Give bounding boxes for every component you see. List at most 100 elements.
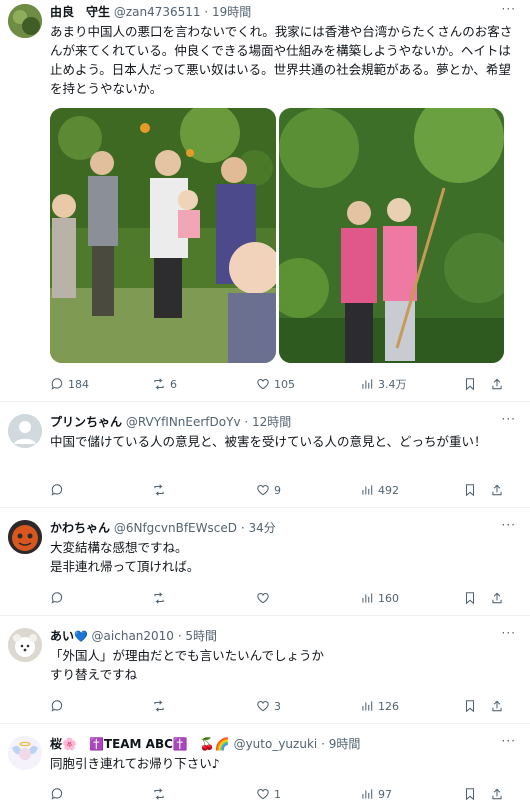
bookmark-button[interactable] — [463, 480, 477, 500]
reply-button[interactable] — [50, 480, 64, 500]
user-handle[interactable]: @6NfgcvnBfEWsceD — [114, 521, 237, 535]
repost-button[interactable] — [152, 480, 166, 500]
tweet-actions: 3 126 — [50, 696, 516, 716]
views-button[interactable]: 126 — [360, 696, 399, 716]
repost-icon — [154, 592, 164, 604]
like-button[interactable]: 9 — [256, 480, 281, 500]
reply-button[interactable]: 184 — [50, 374, 89, 394]
bookmark-icon — [465, 788, 475, 800]
tweet-text: あまり中国人の悪口を言わないでくれ。我家には香港や台湾からたくさんのお客さんが来… — [50, 24, 513, 96]
reply-tweet[interactable]: かわちゃん @6NfgcvnBfEWsceD · 34分 ··· 大変結構な感想… — [0, 508, 530, 616]
tweet-header: 由良 守生 @zan4736511 · 19時間 — [50, 2, 490, 22]
user-handle[interactable]: @RVYfINnEerfDoYv — [126, 415, 241, 429]
bookmark-icon — [465, 378, 475, 391]
user-handle[interactable]: @zan4736511 — [114, 5, 201, 19]
angel-avatar-image — [8, 736, 42, 770]
reply-count: 184 — [68, 377, 89, 391]
views-icon — [362, 379, 373, 389]
heart-icon — [257, 789, 269, 800]
tweet-actions: 1 97 — [50, 784, 516, 800]
reply-icon — [51, 592, 63, 604]
avatar-image — [8, 4, 42, 38]
views-button[interactable]: 160 — [360, 588, 399, 608]
tweet-text: 中国で儲けている人の意見と、被害を受けている人の意見と、どっちが重い！ — [50, 434, 487, 449]
share-button[interactable] — [490, 696, 504, 716]
views-icon — [362, 789, 373, 799]
view-count: 160 — [378, 591, 399, 605]
tweet-main[interactable]: 由良 守生 @zan4736511 · 19時間 ··· あまり中国人の悪口を言… — [0, 0, 530, 402]
tweet-text: 同胞引き連れてお帰り下さい♪ — [50, 756, 220, 771]
timestamp[interactable]: · 12時間 — [244, 415, 291, 429]
reply-tweet[interactable]: あい💙 @aichan2010 · 5時間 ··· 「外国人」が理由だとでも言い… — [0, 616, 530, 724]
bookmark-icon — [465, 700, 475, 713]
bookmark-icon — [465, 484, 475, 497]
bookmark-button[interactable] — [463, 374, 477, 394]
views-button[interactable]: 97 — [360, 784, 392, 800]
tweet-actions: 184 6 105 3.4万 — [50, 374, 516, 394]
bookmark-button[interactable] — [463, 784, 477, 800]
repost-icon — [154, 378, 164, 390]
display-name[interactable]: プリンちゃん — [50, 415, 122, 429]
reply-icon — [51, 788, 63, 800]
share-button[interactable] — [490, 374, 504, 394]
more-icon[interactable]: ··· — [502, 734, 516, 748]
display-name[interactable]: かわちゃん — [50, 521, 110, 535]
like-button[interactable]: 1 — [256, 784, 281, 800]
reply-button[interactable] — [50, 588, 64, 608]
heart-icon — [257, 485, 269, 496]
repost-icon — [154, 484, 164, 496]
reply-tweet[interactable]: 桜🌸 ✝️TEAM ABC✝️ 🍒🌈 @yuto_yuzuki · 9時間 ··… — [0, 724, 530, 800]
default-avatar-icon — [8, 414, 42, 448]
reply-tweet[interactable]: プリンちゃん @RVYfINnEerfDoYv · 12時間 ··· 中国で儲け… — [0, 402, 530, 508]
heart-icon — [257, 593, 269, 604]
more-icon[interactable]: ··· — [502, 2, 516, 16]
reply-icon — [51, 378, 63, 390]
bookmark-button[interactable] — [463, 588, 477, 608]
views-icon — [362, 485, 373, 495]
more-icon[interactable]: ··· — [502, 412, 516, 426]
avatar[interactable] — [8, 414, 42, 448]
like-button[interactable] — [256, 588, 270, 608]
bookmark-icon — [465, 592, 475, 605]
more-icon[interactable]: ··· — [502, 626, 516, 640]
tweet-photo-2[interactable] — [279, 108, 504, 363]
timestamp[interactable]: · 34分 — [241, 521, 276, 535]
like-button[interactable]: 105 — [256, 374, 295, 394]
user-handle[interactable]: @yuto_yuzuki — [234, 737, 318, 751]
share-button[interactable] — [490, 588, 504, 608]
reply-button[interactable] — [50, 784, 64, 800]
repost-button[interactable] — [152, 696, 166, 716]
tweet-photo-1[interactable] — [50, 108, 276, 363]
share-button[interactable] — [490, 480, 504, 500]
like-button[interactable]: 3 — [256, 696, 281, 716]
share-icon — [492, 484, 502, 496]
avatar[interactable] — [8, 736, 42, 770]
repost-button[interactable] — [152, 784, 166, 800]
display-name[interactable]: 桜🌸 ✝️TEAM ABC✝️ 🍒🌈 — [50, 737, 230, 751]
more-icon[interactable]: ··· — [502, 518, 516, 532]
timestamp[interactable]: · 5時間 — [178, 629, 217, 643]
repost-button[interactable] — [152, 588, 166, 608]
timestamp[interactable]: · 19時間 — [204, 5, 251, 19]
repost-button[interactable]: 6 — [152, 374, 177, 394]
avatar[interactable] — [8, 4, 42, 38]
repost-icon — [154, 700, 164, 712]
like-count: 9 — [274, 483, 281, 497]
views-button[interactable]: 492 — [360, 480, 399, 500]
reply-button[interactable] — [50, 696, 64, 716]
blue-heart-badge: 💙 — [74, 630, 88, 643]
share-button[interactable] — [490, 784, 504, 800]
display-name[interactable]: 由良 守生 — [50, 5, 110, 19]
tweet-actions: 160 — [50, 588, 516, 608]
display-name[interactable]: あい — [50, 629, 74, 643]
views-button[interactable]: 3.4万 — [360, 374, 407, 394]
avatar[interactable] — [8, 628, 42, 662]
avatar[interactable] — [8, 520, 42, 554]
timestamp[interactable]: · 9時間 — [321, 737, 360, 751]
share-icon — [492, 700, 502, 712]
orchard-photo-image — [279, 108, 504, 363]
view-count: 97 — [378, 787, 392, 800]
view-count: 126 — [378, 699, 399, 713]
bookmark-button[interactable] — [463, 696, 477, 716]
user-handle[interactable]: @aichan2010 — [92, 629, 174, 643]
